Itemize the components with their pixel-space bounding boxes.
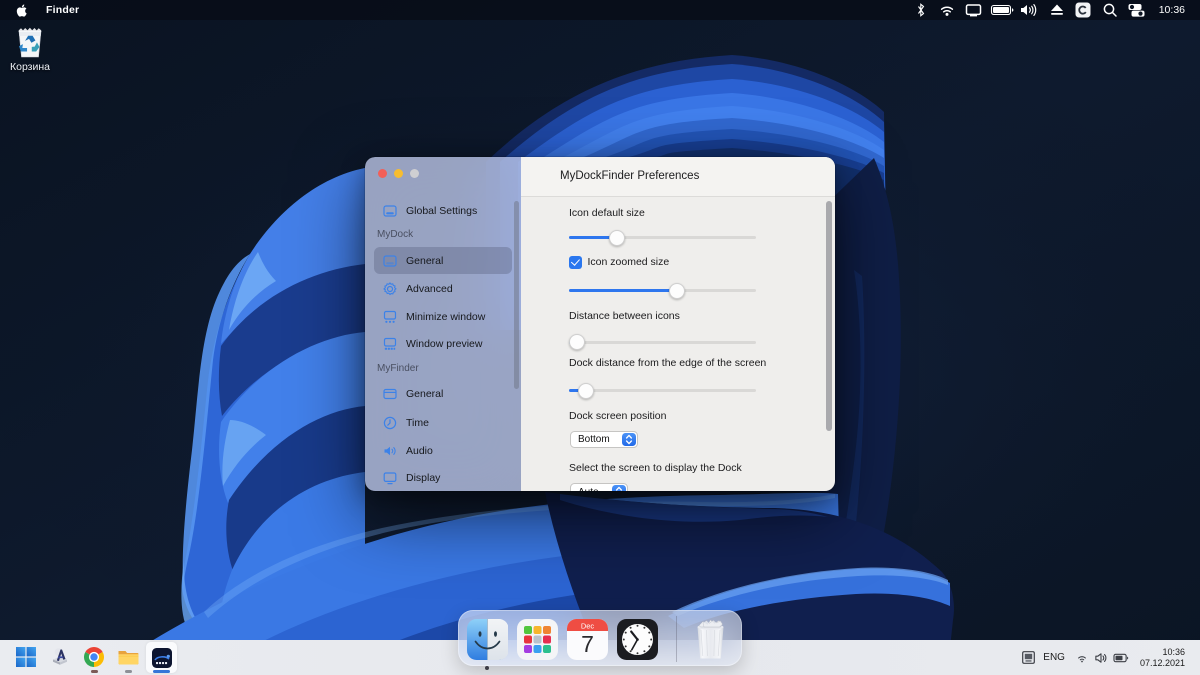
svg-text:Dec: Dec (581, 621, 595, 630)
svg-text:7: 7 (581, 631, 594, 657)
